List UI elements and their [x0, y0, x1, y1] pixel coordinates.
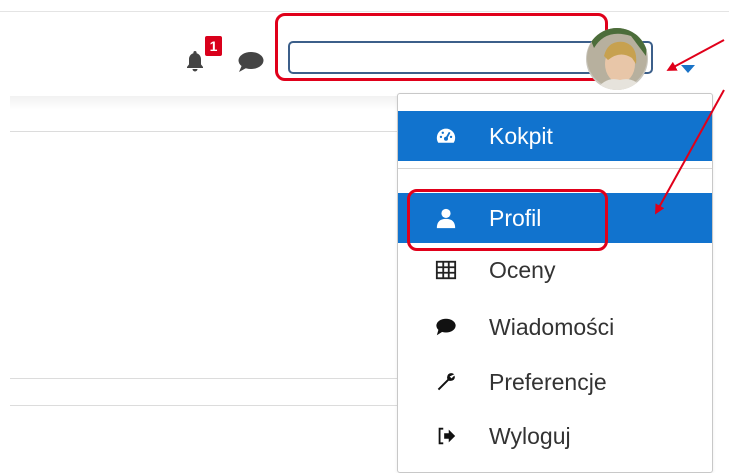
chat-bubble-icon[interactable] [236, 50, 266, 74]
menu-item-label: Preferencje [489, 368, 607, 395]
menu-item-kokpit[interactable]: Kokpit [398, 111, 712, 161]
menu-item-label: Kokpit [489, 122, 553, 149]
menu-item-label: Oceny [489, 256, 556, 283]
wrench-icon [433, 369, 459, 395]
content-divider [10, 378, 400, 379]
menu-item-label: Wiadomości [489, 313, 615, 340]
menu-item-wiadomosci[interactable]: Wiadomości [398, 302, 712, 352]
bell-icon[interactable] [183, 49, 207, 73]
menu-item-oceny[interactable]: Oceny [398, 245, 712, 295]
caret-down-icon[interactable] [681, 65, 695, 73]
dashboard-icon [433, 123, 459, 149]
notification-count-badge: 1 [205, 36, 222, 56]
content-divider [10, 405, 400, 406]
menu-item-preferencje[interactable]: Preferencje [398, 357, 712, 407]
chat-bubble-icon [433, 314, 459, 340]
menu-divider [398, 168, 712, 169]
sign-out-icon [433, 423, 459, 449]
annotation-arrow [666, 39, 725, 71]
avatar[interactable] [586, 28, 648, 90]
annotation-highlight-box [407, 189, 608, 251]
top-border [0, 11, 729, 12]
menu-item-wyloguj[interactable]: Wyloguj [398, 411, 712, 461]
menu-item-label: Wyloguj [489, 422, 571, 449]
table-icon [433, 257, 459, 283]
navbar-shadow [10, 96, 400, 110]
content-divider [10, 131, 400, 132]
